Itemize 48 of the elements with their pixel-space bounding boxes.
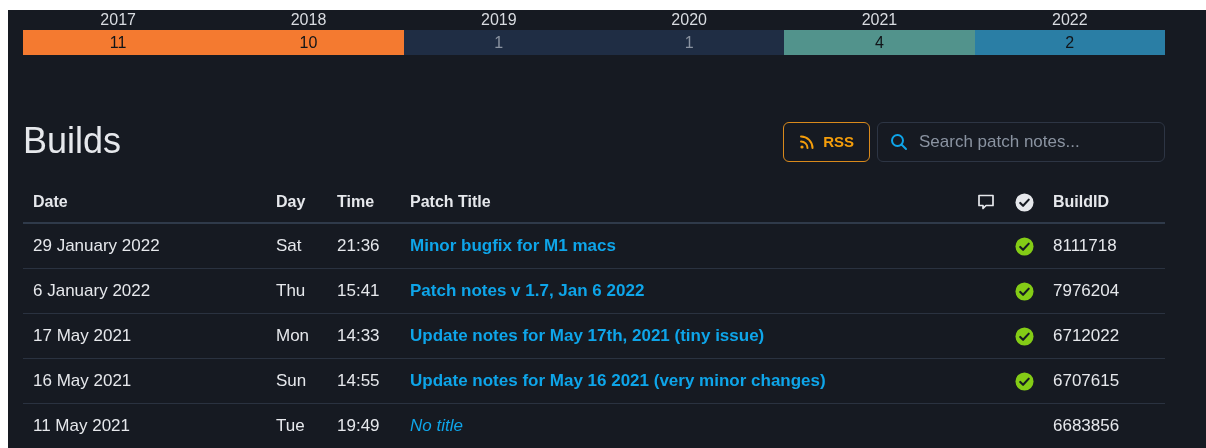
year-segment[interactable]: 11	[23, 30, 214, 55]
patch-link[interactable]: Minor bugfix for M1 macs	[410, 236, 616, 256]
year-label: 2020	[671, 10, 707, 30]
year-segment[interactable]: 2	[974, 30, 1165, 55]
year-segment[interactable]: 10	[213, 30, 404, 55]
column-header: Date	[33, 192, 69, 212]
table-cell-text: 15:41	[337, 280, 381, 303]
column-header: BuildID	[1053, 192, 1110, 212]
table-cell-text: 6 January 2022	[33, 280, 152, 303]
table-cell-text: 6712022	[1053, 325, 1121, 348]
table-cell-text: 6683856	[1053, 415, 1121, 438]
column-header: Day	[276, 192, 307, 212]
patch-link[interactable]: No title	[410, 416, 463, 436]
patch-link[interactable]: Update notes for May 16 2021 (very minor changes)	[410, 371, 826, 391]
table-cell-text: Tue	[276, 415, 306, 438]
table-cell-text: 17 May 2021	[33, 325, 133, 348]
column-header: Time	[337, 192, 376, 212]
table-cell-text: 8111718	[1053, 235, 1118, 258]
verified-icon	[1015, 192, 1034, 212]
table-cell-text: 16 May 2021	[33, 370, 133, 393]
year-segment[interactable]: 1	[403, 30, 594, 55]
year-label: 2017	[100, 10, 136, 30]
search-field[interactable]: Search patch notes...	[877, 122, 1165, 162]
table-cell-text: 21:36	[337, 235, 381, 258]
rss-button[interactable]: RSS	[783, 122, 870, 162]
table-cell-text: Sat	[276, 235, 303, 258]
year-segment[interactable]: 1	[594, 30, 785, 55]
rss-icon	[799, 134, 816, 150]
table-cell-text: 11 May 2021	[33, 415, 132, 438]
table-cell-text: 19:49	[337, 415, 381, 438]
page-heading: Builds	[23, 120, 123, 162]
year-label: 2018	[290, 10, 327, 30]
year-label: 2019	[481, 10, 517, 30]
table-cell-text: 7976204	[1053, 280, 1121, 303]
year-label: 2021	[861, 10, 898, 30]
column-header: Patch Title	[410, 192, 492, 212]
table-cell-text: Sun	[276, 370, 308, 393]
year-label: 2022	[1052, 10, 1088, 30]
patch-link[interactable]: Update notes for May 17th, 2021 (tiny issue)	[410, 326, 765, 346]
table-cell-text: 14:33	[337, 325, 381, 348]
table-cell-text: Mon	[276, 325, 311, 348]
year-segment[interactable]: 4	[784, 30, 975, 55]
comment-icon	[977, 193, 995, 211]
table-cell-text: Thu	[276, 280, 307, 303]
table-cell-text: 6707615	[1053, 370, 1121, 393]
table-cell-text: 29 January 2022	[33, 235, 161, 258]
patch-link[interactable]: Patch notes v 1.7, Jan 6 2022	[410, 281, 645, 301]
table-cell-text: 14:55	[337, 370, 381, 393]
